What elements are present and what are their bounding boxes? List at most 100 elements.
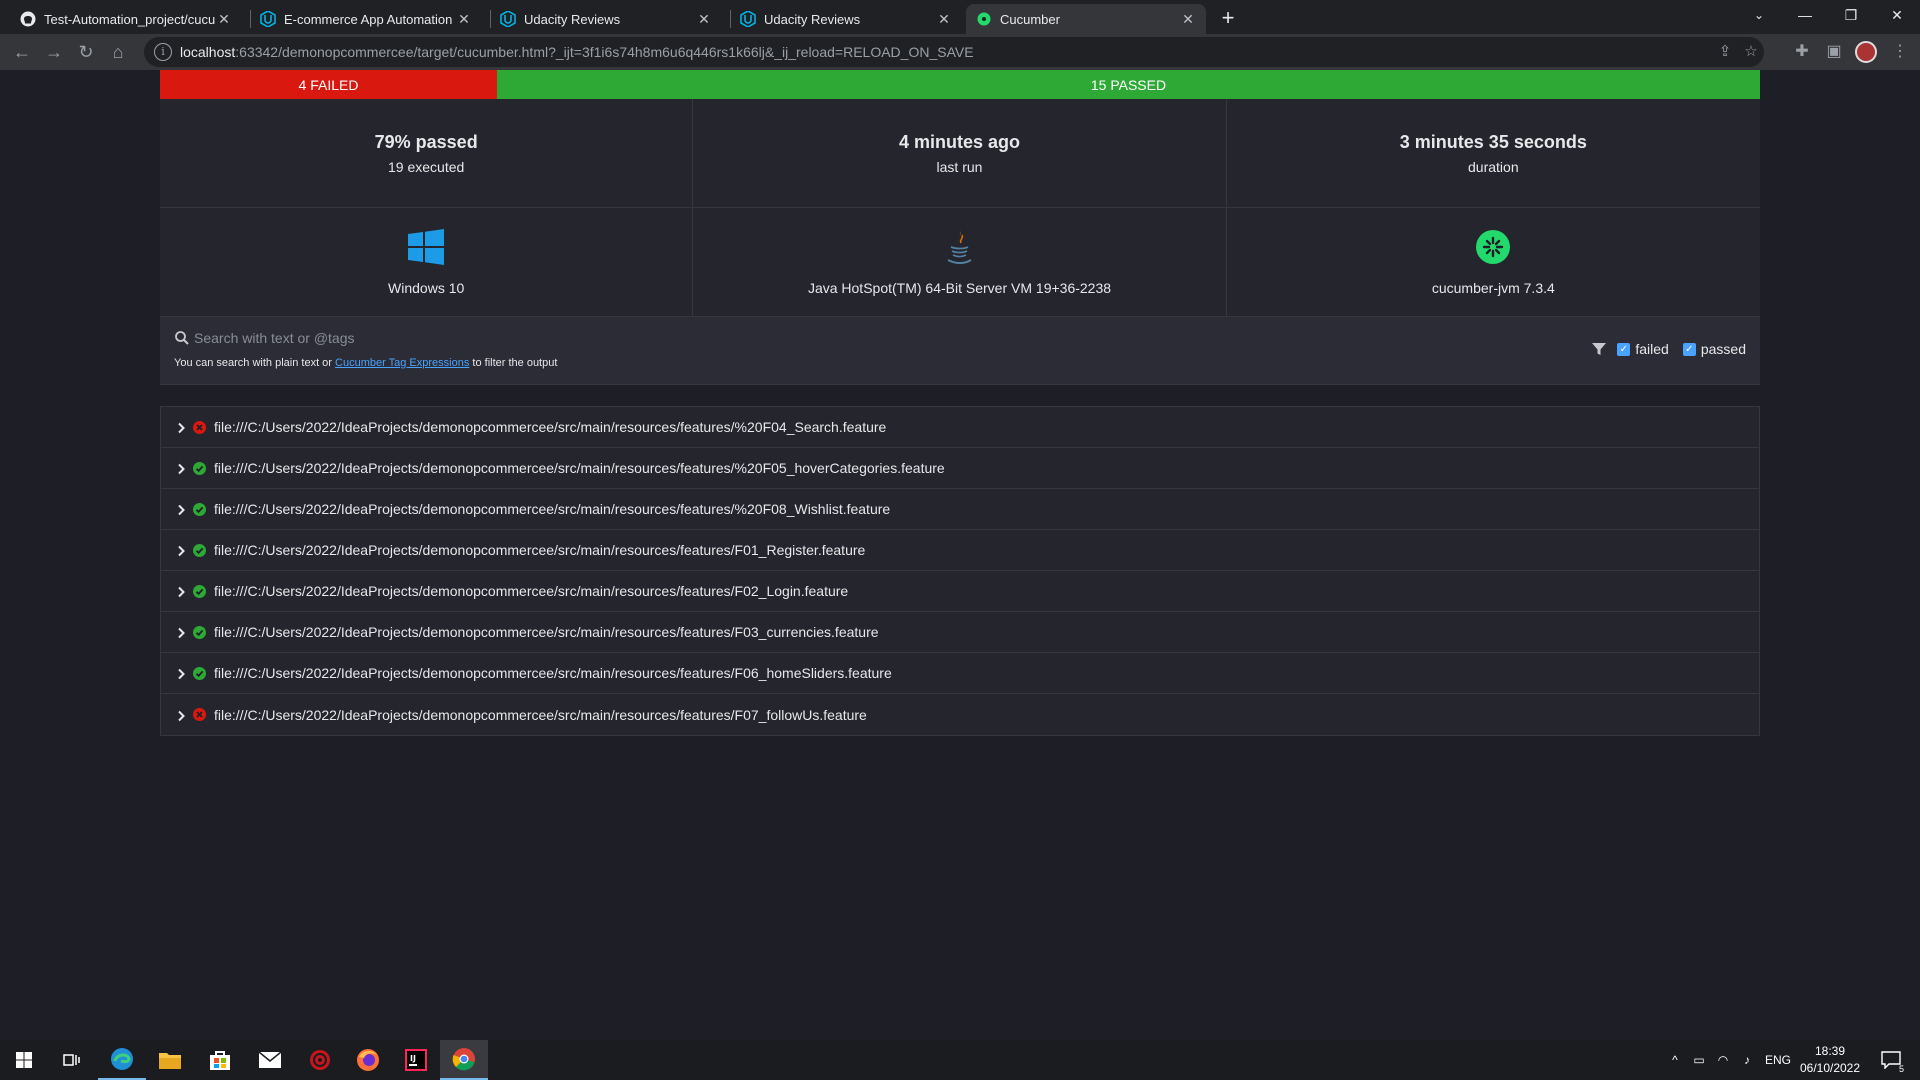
filter-icon [1591,341,1607,357]
chevron-right-icon[interactable] [175,503,187,516]
mail-icon[interactable] [246,1040,294,1080]
feature-row[interactable]: file:///C:/Users/2022/IdeaProjects/demon… [161,530,1759,571]
duration-cell: 3 minutes 35 seconds duration [1226,99,1760,208]
restore-button[interactable]: ❐ [1828,0,1874,30]
feature-path: file:///C:/Users/2022/IdeaProjects/demon… [214,501,891,517]
browser-tab-udacity-reviews-1[interactable]: Udacity Reviews ✕ [490,4,722,34]
minimize-button[interactable]: — [1782,0,1828,30]
tag-expressions-link[interactable]: Cucumber Tag Expressions [335,357,469,369]
udacity-icon [740,11,756,27]
chevron-right-icon[interactable] [175,544,187,557]
last-run-value: 4 minutes ago [898,131,1020,152]
edge-icon[interactable] [98,1040,146,1080]
failed-filter-checkbox[interactable]: ✓ [1617,342,1631,356]
task-view-icon[interactable] [48,1040,96,1080]
failed-status-bar: 4 FAILED [160,70,497,99]
tab-title: Cucumber [1000,11,1060,27]
tab-search-icon[interactable]: ⌄ [1736,0,1782,30]
duration-label: duration [1468,158,1519,175]
menu-kebab-icon[interactable]: ⋮ [1886,38,1914,66]
close-window-button[interactable]: ✕ [1874,0,1920,30]
passed-status-icon [193,584,206,598]
tab-title: Udacity Reviews [524,11,621,27]
chevron-right-icon[interactable] [175,709,187,721]
chevron-right-icon[interactable] [175,667,187,680]
profile-avatar[interactable] [1855,41,1877,63]
tab-close-icon[interactable]: ✕ [696,11,712,28]
browser-tab-ecommerce[interactable]: E-commerce App Automation Te ✕ [250,4,482,34]
chevron-right-icon[interactable] [175,585,187,598]
volume-icon[interactable]: ♪ [1736,1040,1758,1080]
home-icon[interactable]: ⌂ [104,38,132,66]
feature-row[interactable]: file:///C:/Users/2022/IdeaProjects/demon… [161,448,1759,489]
side-panel-icon[interactable]: ▣ [1820,38,1848,66]
feature-path: file:///C:/Users/2022/IdeaProjects/demon… [214,419,887,435]
windows-icon [408,228,445,270]
clock-time: 18:39 [1814,1044,1846,1058]
taskbar-clock[interactable]: 18:39 06/10/2022 [1790,1043,1870,1077]
cucumber-icon [976,11,992,27]
extensions-icon[interactable]: ✚ [1788,38,1816,66]
report-summary-grid: 79% passed 19 executed 4 minutes ago las… [160,99,1760,317]
passed-filter-label[interactable]: passed [1701,341,1746,357]
passed-filter-checkbox[interactable]: ✓ [1682,342,1696,356]
feature-row[interactable]: file:///C:/Users/2022/IdeaProjects/demon… [161,571,1759,612]
chevron-right-icon[interactable] [175,462,187,475]
svg-text:IJ: IJ [410,1054,416,1063]
report-container: 4 FAILED 15 PASSED 79% passed 19 execute… [160,70,1760,736]
tab-close-icon[interactable]: ✕ [456,11,472,28]
tray-overflow-icon[interactable]: ^ [1664,1040,1686,1080]
feature-path: file:///C:/Users/2022/IdeaProjects/demon… [214,665,892,681]
github-icon [20,11,36,27]
notification-center-icon[interactable]: 5 [1876,1040,1906,1080]
feature-row[interactable]: file:///C:/Users/2022/IdeaProjects/demon… [161,612,1759,653]
tab-close-icon[interactable]: ✕ [216,11,232,28]
browser-tab-udacity-reviews-2[interactable]: Udacity Reviews ✕ [730,4,962,34]
tab-close-icon[interactable]: ✕ [1180,11,1196,28]
failed-filter-label[interactable]: failed [1635,341,1668,357]
search-input[interactable] [194,327,1094,349]
feature-row[interactable]: file:///C:/Users/2022/IdeaProjects/demon… [161,694,1759,735]
share-icon[interactable]: ⇪ [1714,37,1736,67]
bookmark-star-icon[interactable]: ☆ [1740,37,1762,67]
passed-status-icon [193,666,206,680]
url-host: localhost [180,44,236,60]
new-tab-button[interactable]: + [1214,4,1242,32]
browser-toolbar: ← → ↻ ⌂ i localhost:63342/demonopcommerc… [0,34,1920,70]
udacity-icon [260,11,276,27]
runtime-cell: Java HotSpot(TM) 64-Bit Server VM 19+36-… [693,208,1227,317]
report-page: 4 FAILED 15 PASSED 79% passed 19 execute… [0,70,1920,1040]
antivirus-app-icon[interactable] [296,1040,344,1080]
udacity-icon [500,11,516,27]
reload-icon[interactable]: ↻ [72,38,100,66]
url-path: :63342/demonopcommercee/target/cucumber.… [235,44,974,60]
feature-row[interactable]: file:///C:/Users/2022/IdeaProjects/demon… [161,489,1759,530]
chrome-icon[interactable] [440,1040,488,1080]
browser-tab-github[interactable]: Test-Automation_project/cucumb ✕ [10,4,242,34]
windows-start-icon[interactable] [0,1040,48,1080]
feature-path: file:///C:/Users/2022/IdeaProjects/demon… [214,706,867,723]
battery-icon[interactable]: ▭ [1688,1040,1710,1080]
chevron-right-icon[interactable] [175,626,187,639]
search-help-suffix: to filter the output [472,357,558,369]
address-bar[interactable]: i localhost:63342/demonopcommercee/targe… [144,37,1764,67]
intellij-icon[interactable]: IJ [392,1040,440,1080]
feature-row[interactable]: file:///C:/Users/2022/IdeaProjects/demon… [161,407,1759,448]
feature-row[interactable]: file:///C:/Users/2022/IdeaProjects/demon… [161,653,1759,694]
back-icon[interactable]: ← [8,38,36,66]
firefox-icon[interactable] [344,1040,392,1080]
wifi-icon[interactable]: ◠ [1712,1040,1734,1080]
tab-close-icon[interactable]: ✕ [936,11,952,28]
pass-rate-cell: 79% passed 19 executed [160,99,694,208]
browser-tab-cucumber[interactable]: Cucumber ✕ [966,4,1206,34]
tab-title: Udacity Reviews [764,11,861,27]
forward-icon[interactable]: → [40,38,68,66]
site-info-icon[interactable]: i [154,43,172,61]
notification-count: 5 [1898,1064,1904,1074]
store-icon[interactable] [196,1040,244,1080]
chevron-right-icon[interactable] [175,421,187,434]
passed-status-icon [193,625,206,639]
last-run-label: last run [936,158,983,175]
file-explorer-icon[interactable] [146,1040,194,1080]
runtime-name: Java HotSpot(TM) 64-Bit Server VM 19+36-… [807,279,1112,296]
